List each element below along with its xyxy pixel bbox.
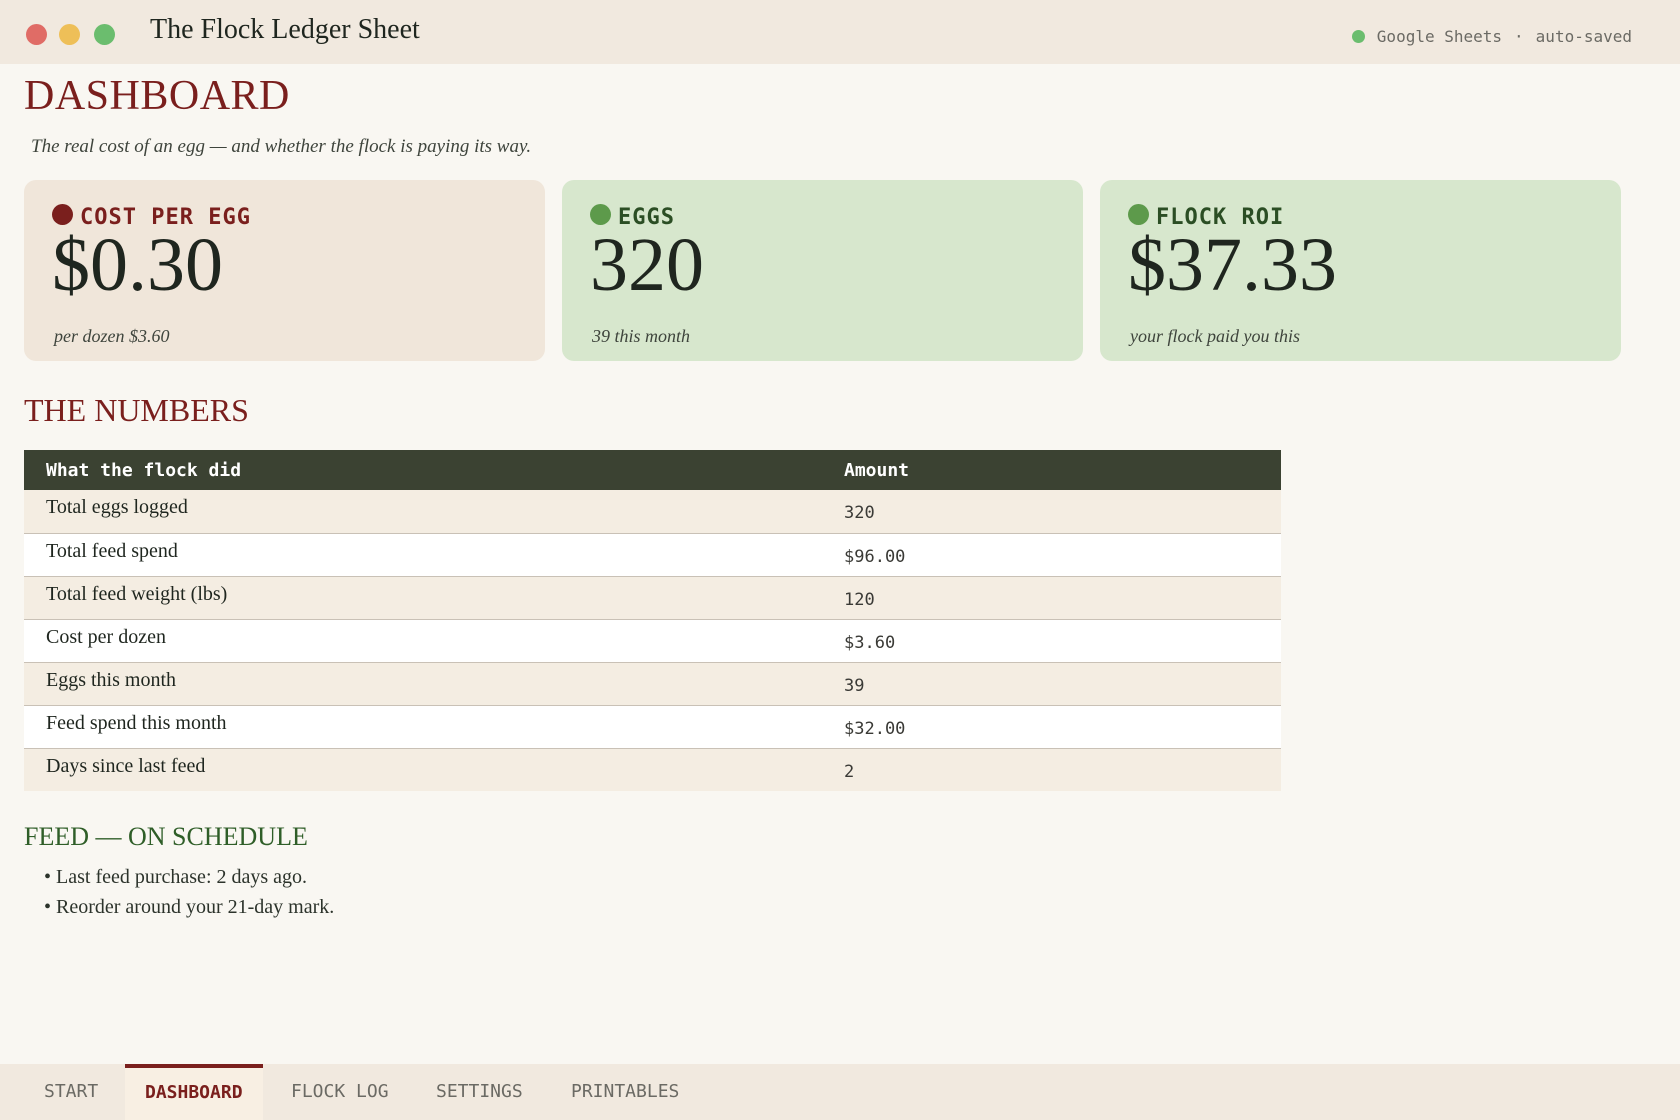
status-separator: · (1514, 27, 1524, 46)
table-cell-label[interactable]: Days since last feed (24, 748, 822, 791)
page-subtitle: The real cost of an egg — and whether th… (31, 136, 532, 157)
feed-section-title: FEED — ON SCHEDULE (24, 822, 308, 851)
page-title: DASHBOARD (24, 73, 290, 119)
table-row: Feed spend this month $32.00 (24, 705, 1281, 749)
table-row: Cost per dozen $3.60 (24, 619, 1281, 663)
window-title: The Flock Ledger Sheet (150, 14, 420, 45)
card-eggs: EGGS 320 39 this month (562, 180, 1083, 361)
save-status: Google Sheets · auto-saved (1351, 27, 1632, 46)
feed-notes-list: Last feed purchase: 2 days ago. Reorder … (44, 866, 334, 926)
table-row: Total feed weight (lbs) 120 (24, 576, 1281, 620)
minimize-window-icon[interactable] (59, 24, 80, 45)
table-row: Days since last feed 2 (24, 748, 1281, 791)
card-value: $0.30 (52, 223, 223, 307)
table-row: Total feed spend $96.00 (24, 533, 1281, 577)
roi-indicator-icon (1128, 204, 1149, 225)
table-cell-label[interactable]: Cost per dozen (24, 619, 822, 663)
tab-flock-log[interactable]: FLOCK LOG (291, 1064, 389, 1120)
tab-printables[interactable]: PRINTABLES (571, 1064, 679, 1120)
card-cost-per-egg: COST PER EGG $0.30 per dozen $3.60 (24, 180, 545, 361)
card-footnote: 39 this month (592, 326, 691, 346)
table-cell-label[interactable]: Total feed weight (lbs) (24, 576, 822, 620)
list-item: Reorder around your 21-day mark. (44, 896, 334, 926)
cost-indicator-icon (52, 204, 73, 225)
table-cell-label[interactable]: Total feed spend (24, 533, 822, 577)
status-saved: auto-saved (1535, 27, 1632, 46)
card-value: $37.33 (1128, 223, 1337, 307)
tab-start[interactable]: START (44, 1064, 98, 1120)
card-flock-roi: FLOCK ROI $37.33 your flock paid you thi… (1100, 180, 1621, 361)
table-cell-label[interactable]: Feed spend this month (24, 705, 822, 749)
card-footnote: per dozen $3.60 (54, 326, 170, 346)
card-value: 320 (590, 223, 704, 307)
sheet-tab-bar: START DASHBOARD FLOCK LOG SETTINGS PRINT… (0, 1064, 1680, 1120)
table-cell-amount[interactable]: $32.00 (822, 705, 1281, 749)
column-header[interactable]: What the flock did (24, 450, 822, 490)
online-status-icon (1351, 30, 1365, 43)
eggs-indicator-icon (590, 204, 611, 225)
maximize-window-icon[interactable] (94, 24, 115, 45)
table-row: Total eggs logged 320 (24, 490, 1281, 534)
table-cell-label[interactable]: Total eggs logged (24, 490, 822, 534)
card-footnote: your flock paid you this (1130, 326, 1300, 346)
table-cell-amount[interactable]: 39 (822, 662, 1281, 706)
close-window-icon[interactable] (26, 24, 47, 45)
table-cell-amount[interactable]: $96.00 (822, 533, 1281, 577)
title-bar: The Flock Ledger Sheet Google Sheets · a… (0, 0, 1680, 64)
numbers-table: What the flock did Amount Total eggs log… (24, 450, 1281, 791)
table-cell-amount[interactable]: $3.60 (822, 619, 1281, 663)
tab-settings[interactable]: SETTINGS (436, 1064, 523, 1120)
list-item: Last feed purchase: 2 days ago. (44, 866, 334, 896)
table-cell-amount[interactable]: 320 (822, 490, 1281, 534)
table-header-row: What the flock did Amount (24, 450, 1281, 490)
numbers-section-title: THE NUMBERS (24, 392, 249, 428)
tab-dashboard[interactable]: DASHBOARD (125, 1064, 263, 1120)
table-cell-label[interactable]: Eggs this month (24, 662, 822, 706)
status-app-name: Google Sheets (1376, 27, 1503, 46)
table-cell-amount[interactable]: 2 (822, 748, 1281, 791)
table-row: Eggs this month 39 (24, 662, 1281, 706)
column-header[interactable]: Amount (822, 450, 1281, 490)
table-cell-amount[interactable]: 120 (822, 576, 1281, 620)
